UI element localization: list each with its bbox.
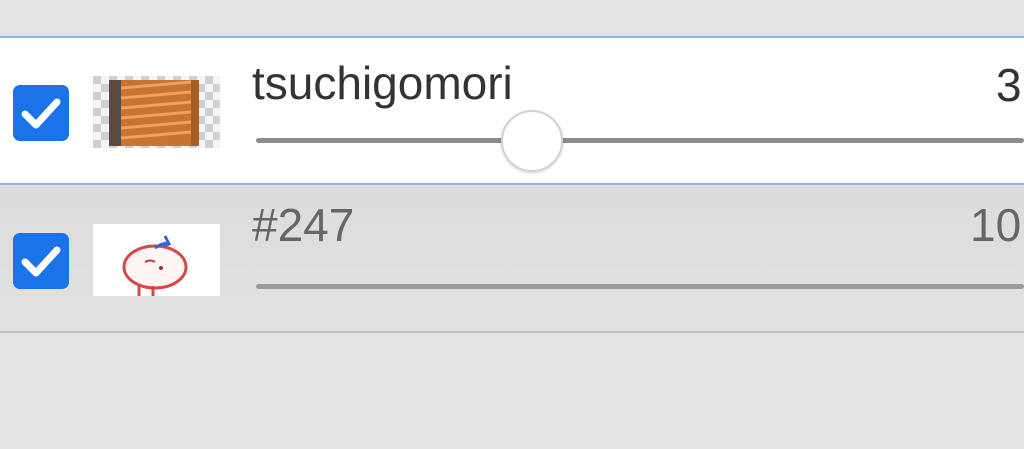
striped-texture-icon	[93, 76, 220, 148]
layer-thumbnail	[93, 224, 220, 296]
opacity-value: 10	[970, 199, 1022, 251]
opacity-value: 3	[996, 59, 1022, 111]
layer-row-247[interactable]: #247 10	[0, 186, 1024, 333]
layer-visibility-checkbox[interactable]	[13, 85, 69, 141]
opacity-slider-thumb[interactable]	[501, 110, 564, 172]
opacity-slider-track[interactable]	[256, 284, 1024, 289]
character-sketch-icon	[93, 224, 220, 296]
layer-thumbnail	[93, 76, 220, 148]
layer-visibility-checkbox[interactable]	[13, 233, 69, 289]
layer-name: #247	[252, 199, 355, 251]
layer-name: tsuchigomori	[252, 57, 513, 109]
panel-top-area	[0, 0, 1024, 36]
opacity-slider-track[interactable]	[256, 138, 1024, 143]
check-icon	[21, 98, 61, 129]
check-icon	[21, 246, 61, 277]
layers-panel: tsuchigomori 3 #247 10	[0, 0, 1024, 449]
layer-row-tsuchigomori[interactable]: tsuchigomori 3	[0, 36, 1024, 185]
